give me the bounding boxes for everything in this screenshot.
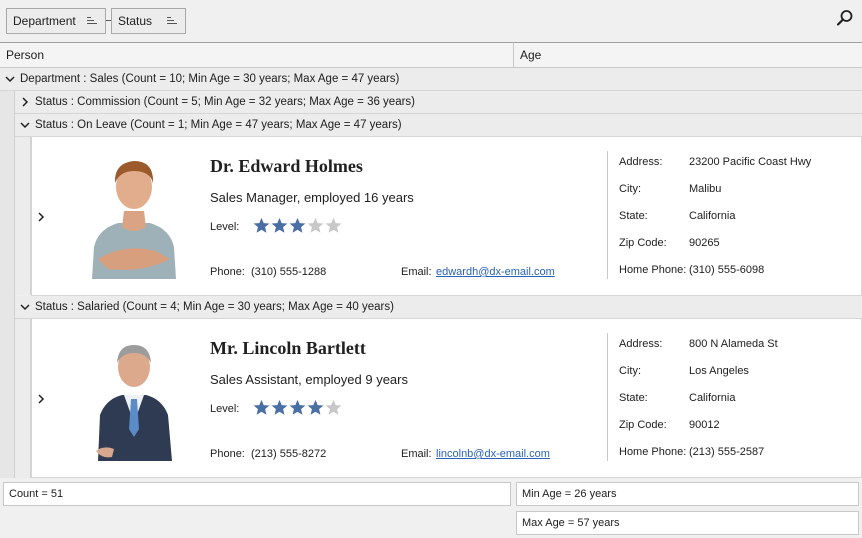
star-filled-icon	[289, 217, 306, 233]
column-header-person[interactable]: Person	[0, 42, 514, 68]
address-label: Address:	[619, 156, 663, 168]
divider	[607, 333, 608, 461]
employee-card[interactable]: Mr. Lincoln Bartlett Sales Assistant, em…	[31, 318, 862, 478]
home-phone-label: Home Phone:	[619, 446, 687, 458]
chevron-right-icon[interactable]	[36, 211, 46, 223]
group-indent-level-2	[15, 137, 31, 295]
star-filled-icon	[253, 399, 270, 415]
home-phone-label: Home Phone:	[619, 264, 687, 276]
magnifier-icon	[836, 10, 853, 26]
state-value: California	[689, 210, 736, 222]
group-row-department-sales[interactable]: Department : Sales (Count = 10; Min Age …	[0, 68, 862, 91]
email-label: Email:	[401, 448, 432, 460]
state-label: State:	[619, 392, 648, 404]
phone-value: (310) 555-1288	[251, 266, 327, 278]
address-value: 23200 Pacific Coast Hwy	[689, 156, 812, 168]
footer-count-text: Count = 51	[9, 488, 64, 500]
zip-value: 90012	[689, 419, 720, 431]
group-row-text: Status : On Leave (Count = 1; Min Age = …	[35, 119, 402, 131]
group-row-status-commission[interactable]: Status : Commission (Count = 5; Min Age …	[15, 91, 862, 114]
zip-label: Zip Code:	[619, 419, 667, 431]
city-value: Los Angeles	[689, 365, 749, 377]
level-rating	[253, 217, 343, 234]
sort-ascending-icon	[167, 17, 177, 26]
employee-photo	[84, 151, 184, 279]
group-row-status-salaried[interactable]: Status : Salaried (Count = 4; Min Age = …	[15, 296, 862, 319]
employee-title: Sales Assistant, employed 9 years	[210, 372, 408, 387]
state-value: California	[689, 392, 736, 404]
footer-max-age-text: Max Age = 57 years	[522, 517, 620, 529]
zip-value: 90265	[689, 237, 720, 249]
group-row-text: Department : Sales (Count = 10; Min Age …	[20, 73, 400, 85]
group-panel: Department Status	[0, 0, 862, 42]
group-indent-level-2	[15, 319, 31, 478]
group-chip-label: Status	[118, 14, 153, 28]
phone-value: (213) 555-8272	[251, 448, 327, 460]
group-row-status-on-leave[interactable]: Status : On Leave (Count = 1; Min Age = …	[15, 114, 862, 137]
email-label: Email:	[401, 266, 432, 278]
employee-name: Dr. Edward Holmes	[210, 156, 363, 176]
employee-title: Sales Manager, employed 16 years	[210, 190, 414, 205]
group-chip-department[interactable]: Department	[6, 8, 106, 34]
footer-count: Count = 51	[3, 482, 511, 506]
employee-card[interactable]: Dr. Edward Holmes Sales Manager, employe…	[31, 136, 862, 296]
footer-min-age-text: Min Age = 26 years	[522, 488, 617, 500]
chevron-down-icon[interactable]	[19, 301, 31, 313]
employee-name: Mr. Lincoln Bartlett	[210, 338, 366, 358]
star-filled-icon	[307, 399, 324, 415]
sort-ascending-icon	[87, 17, 97, 26]
email-link[interactable]: edwardh@dx-email.com	[436, 266, 555, 278]
level-rating	[253, 399, 343, 416]
footer-max-age: Max Age = 57 years	[516, 511, 859, 535]
star-filled-icon	[253, 217, 270, 233]
group-row-text: Status : Commission (Count = 5; Min Age …	[35, 96, 415, 108]
chevron-right-icon[interactable]	[36, 393, 46, 405]
star-empty-icon	[325, 399, 342, 415]
city-value: Malibu	[689, 183, 722, 195]
star-filled-icon	[271, 217, 288, 233]
city-label: City:	[619, 365, 641, 377]
star-filled-icon	[289, 399, 306, 415]
group-chip-status[interactable]: Status	[111, 8, 186, 34]
group-row-text: Status : Salaried (Count = 4; Min Age = …	[35, 301, 394, 313]
footer-min-age: Min Age = 26 years	[516, 482, 859, 506]
star-filled-icon	[271, 399, 288, 415]
home-phone-value: (213) 555-2587	[689, 446, 765, 458]
group-chip-label: Department	[13, 14, 76, 28]
employee-photo	[84, 333, 184, 461]
zip-label: Zip Code:	[619, 237, 667, 249]
chevron-right-icon[interactable]	[19, 96, 31, 108]
city-label: City:	[619, 183, 641, 195]
phone-label: Phone:	[210, 266, 245, 278]
level-label: Level:	[210, 221, 240, 233]
column-header-age[interactable]: Age	[514, 42, 862, 68]
star-empty-icon	[325, 217, 342, 233]
group-indent-level-1	[0, 91, 15, 478]
phone-label: Phone:	[210, 448, 245, 460]
column-header-label: Age	[520, 48, 542, 62]
divider	[607, 151, 608, 279]
email-link[interactable]: lincolnb@dx-email.com	[436, 448, 550, 460]
star-empty-icon	[307, 217, 324, 233]
chevron-down-icon[interactable]	[4, 73, 16, 85]
chevron-down-icon[interactable]	[19, 119, 31, 131]
home-phone-value: (310) 555-6098	[689, 264, 765, 276]
column-header-label: Person	[6, 48, 45, 62]
level-label: Level:	[210, 403, 240, 415]
address-value: 800 N Alameda St	[689, 338, 778, 350]
address-label: Address:	[619, 338, 663, 350]
state-label: State:	[619, 210, 648, 222]
find-button[interactable]	[836, 9, 854, 27]
